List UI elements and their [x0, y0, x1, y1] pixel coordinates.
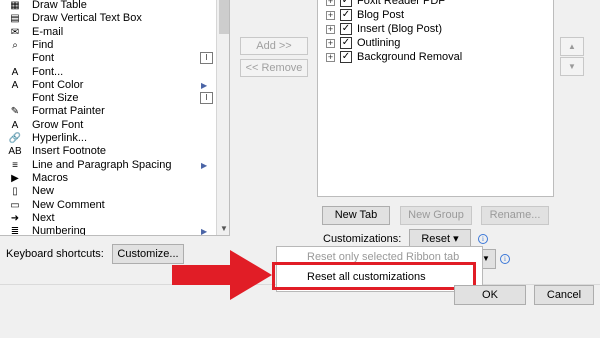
new-doc-icon: ▯ — [12, 186, 18, 198]
macros-icon: ▶ — [11, 172, 19, 184]
command-item[interactable]: ≡ Line and Paragraph Spacing ▶ — [0, 159, 214, 172]
command-label: Find — [32, 38, 54, 51]
new-tab-button[interactable]: New Tab — [322, 206, 390, 225]
command-item[interactable]: ▤ Draw Vertical Text Box — [0, 12, 214, 25]
find-icon: ⌕ — [12, 39, 18, 51]
tree-item-label: Foxit Reader PDF — [357, 0, 446, 7]
tab-checkbox[interactable]: ✓ — [340, 23, 352, 35]
command-item[interactable]: ▦ Draw Table — [0, 0, 214, 12]
new-group-button[interactable]: New Group — [400, 206, 472, 225]
command-item[interactable]: ✉ E-mail — [0, 26, 214, 39]
submenu-arrow-icon: ▶ — [201, 160, 208, 170]
rename-button[interactable]: Rename... — [481, 206, 549, 225]
scrollbar-thumb[interactable] — [219, 0, 229, 34]
expand-icon[interactable]: + — [326, 53, 335, 62]
hyperlink-icon: 🔗 — [8, 133, 22, 144]
new-comment-icon: ▭ — [10, 199, 20, 211]
command-item[interactable]: A Font... — [0, 66, 214, 79]
command-label: Draw Vertical Text Box — [32, 12, 142, 25]
cancel-button[interactable]: Cancel — [534, 285, 594, 305]
command-label: Font... — [32, 65, 64, 78]
tree-item-label: Insert (Blog Post) — [357, 23, 442, 35]
email-icon: ✉ — [10, 26, 20, 38]
command-label: Hyperlink... — [32, 132, 88, 144]
numbering-icon: ≣ — [10, 226, 20, 236]
command-item[interactable]: ▯ New — [0, 185, 214, 198]
expand-icon[interactable]: + — [326, 39, 335, 48]
command-label: New — [32, 185, 55, 198]
info-icon: i — [478, 234, 488, 244]
expand-icon[interactable]: + — [326, 11, 335, 20]
command-item[interactable]: A Grow Font — [0, 119, 214, 132]
text-box-icon: ▤ — [10, 13, 20, 25]
keyboard-shortcuts-label: Keyboard shortcuts: — [6, 248, 104, 260]
commands-scrollbar[interactable]: ▼ — [216, 0, 229, 235]
text-field-icon: I — [200, 52, 213, 65]
tab-checkbox[interactable]: ✓ — [340, 51, 352, 63]
move-down-button[interactable]: ▼ — [560, 57, 584, 76]
tree-item-label: Background Removal — [357, 51, 463, 63]
commands-list[interactable]: ▦ Draw Table ▤ Draw Vertical Text Box ✉ E-mai… — [0, 0, 230, 236]
font-color-icon: A — [11, 79, 19, 91]
info-icon-2: i — [500, 254, 510, 264]
tab-checkbox[interactable]: ✓ — [340, 37, 352, 49]
command-item[interactable]: Font I — [0, 52, 214, 65]
command-label: Font Size — [32, 92, 79, 105]
expand-icon[interactable]: + — [326, 0, 335, 6]
grow-font-icon: A — [11, 119, 19, 131]
command-label: Font Color — [32, 78, 84, 91]
scroll-down-arrow[interactable]: ▼ — [217, 222, 229, 235]
command-label: Insert Footnote — [32, 145, 106, 158]
command-item[interactable]: AB Insert Footnote — [0, 145, 214, 158]
submenu-arrow-icon: ▶ — [201, 227, 208, 236]
draw-table-icon: ▦ — [10, 0, 20, 11]
text-field-icon: I — [200, 92, 213, 105]
command-item[interactable]: ✎ Format Painter — [0, 105, 214, 118]
add-button[interactable]: Add >> — [240, 37, 308, 55]
command-label: Numbering — [32, 225, 86, 236]
command-item[interactable]: Font Size I — [0, 92, 214, 105]
command-label: Draw Table — [32, 0, 87, 11]
command-label: Grow Font — [32, 118, 84, 131]
next-icon: ➜ — [10, 212, 20, 224]
format-painter-icon: ✎ — [10, 106, 20, 118]
command-label: Next — [32, 211, 55, 224]
tree-item-label: Blog Post — [357, 9, 405, 21]
command-label: Macros — [32, 171, 69, 184]
ribbon-tabs-tree[interactable]: + ✓ Foxit Reader PDF + ✓ Blog Post + ✓ Insert (B… — [317, 0, 554, 197]
ok-button[interactable]: OK — [454, 285, 526, 305]
font-icon: A — [11, 66, 19, 78]
highlight-box — [272, 262, 476, 290]
command-item[interactable]: ▶ Macros — [0, 172, 214, 185]
command-item[interactable]: A Font Color ▶ — [0, 79, 214, 92]
remove-button[interactable]: << Remove — [240, 59, 308, 77]
line-spacing-icon: ≡ — [12, 159, 18, 171]
command-item[interactable]: ⌕ Find — [0, 39, 214, 52]
command-item[interactable]: ≣ Numbering ▶ — [0, 225, 214, 236]
command-label: E-mail — [32, 25, 64, 38]
submenu-arrow-icon: ▶ — [201, 80, 208, 90]
red-arrow-annotation — [172, 250, 272, 300]
tab-checkbox[interactable]: ✓ — [340, 9, 352, 21]
tab-checkbox[interactable]: ✓ — [340, 0, 352, 7]
expand-icon[interactable]: + — [326, 25, 335, 34]
tree-item-label: Outlining — [357, 37, 401, 49]
command-label: New Comment — [32, 198, 105, 211]
command-label: Font — [32, 52, 55, 65]
command-item[interactable]: 🔗 Hyperlink... — [0, 132, 214, 145]
customizations-label: Customizations: — [323, 233, 402, 245]
command-item[interactable]: ▭ New Comment — [0, 199, 214, 212]
command-item[interactable]: ➜ Next — [0, 212, 214, 225]
move-up-button[interactable]: ▲ — [560, 37, 584, 56]
footnote-icon: AB — [8, 146, 22, 158]
command-label: Line and Paragraph Spacing — [32, 158, 172, 171]
command-label: Format Painter — [32, 105, 105, 118]
